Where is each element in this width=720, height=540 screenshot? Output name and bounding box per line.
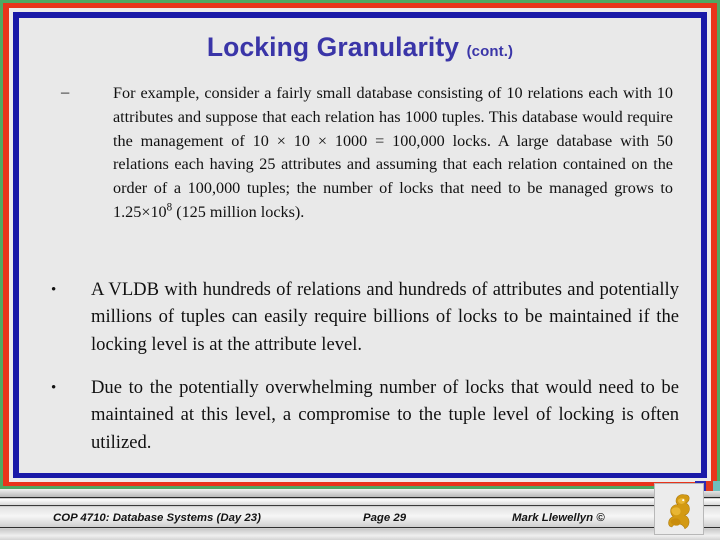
footer-author-label: Mark Llewellyn © (512, 512, 605, 524)
dash-marker: – (61, 82, 70, 101)
slide-root: Locking Granularity (cont.) – For exampl… (0, 0, 720, 540)
footer-stripe-bottom (0, 529, 720, 540)
sub-bullet-text-part2: (125 million locks). (172, 202, 305, 221)
footer-stripe-top (0, 489, 720, 498)
sub-bullet-text-part1: For example, consider a fairly small dat… (113, 84, 673, 221)
footer-course-label: COP 4710: Database Systems (Day 23) (53, 512, 261, 524)
accent-swatch-red (706, 481, 713, 491)
sub-bullet-example: – For example, consider a fairly small d… (61, 82, 673, 225)
slide-title-main: Locking Granularity (206, 32, 460, 62)
bullet-text: A VLDB with hundreds of relations and hu… (91, 279, 679, 355)
bullet-text: Due to the potentially overwhelming numb… (91, 377, 679, 453)
slide-title: Locking Granularity (cont.) (19, 32, 701, 63)
pegasus-eye (682, 499, 685, 502)
accent-swatch-teal (713, 481, 720, 491)
footer-stripe-upper (0, 499, 720, 506)
bullet-marker: • (51, 380, 57, 396)
footer-page-number: Page 29 (363, 512, 407, 524)
sub-bullet-text: For example, consider a fairly small dat… (113, 82, 673, 225)
slide-footer: COP 4710: Database Systems (Day 23) Page… (0, 489, 720, 540)
slide-title-suffix: (cont.) (466, 43, 514, 60)
bullet-marker: • (51, 282, 57, 298)
slide-content: Locking Granularity (cont.) – For exampl… (19, 18, 701, 473)
bullet-item: • A VLDB with hundreds of relations and … (31, 276, 679, 358)
bullet-item: • Due to the potentially overwhelming nu… (31, 374, 679, 456)
logo-container (654, 483, 704, 535)
pegasus-logo-icon (668, 494, 690, 530)
